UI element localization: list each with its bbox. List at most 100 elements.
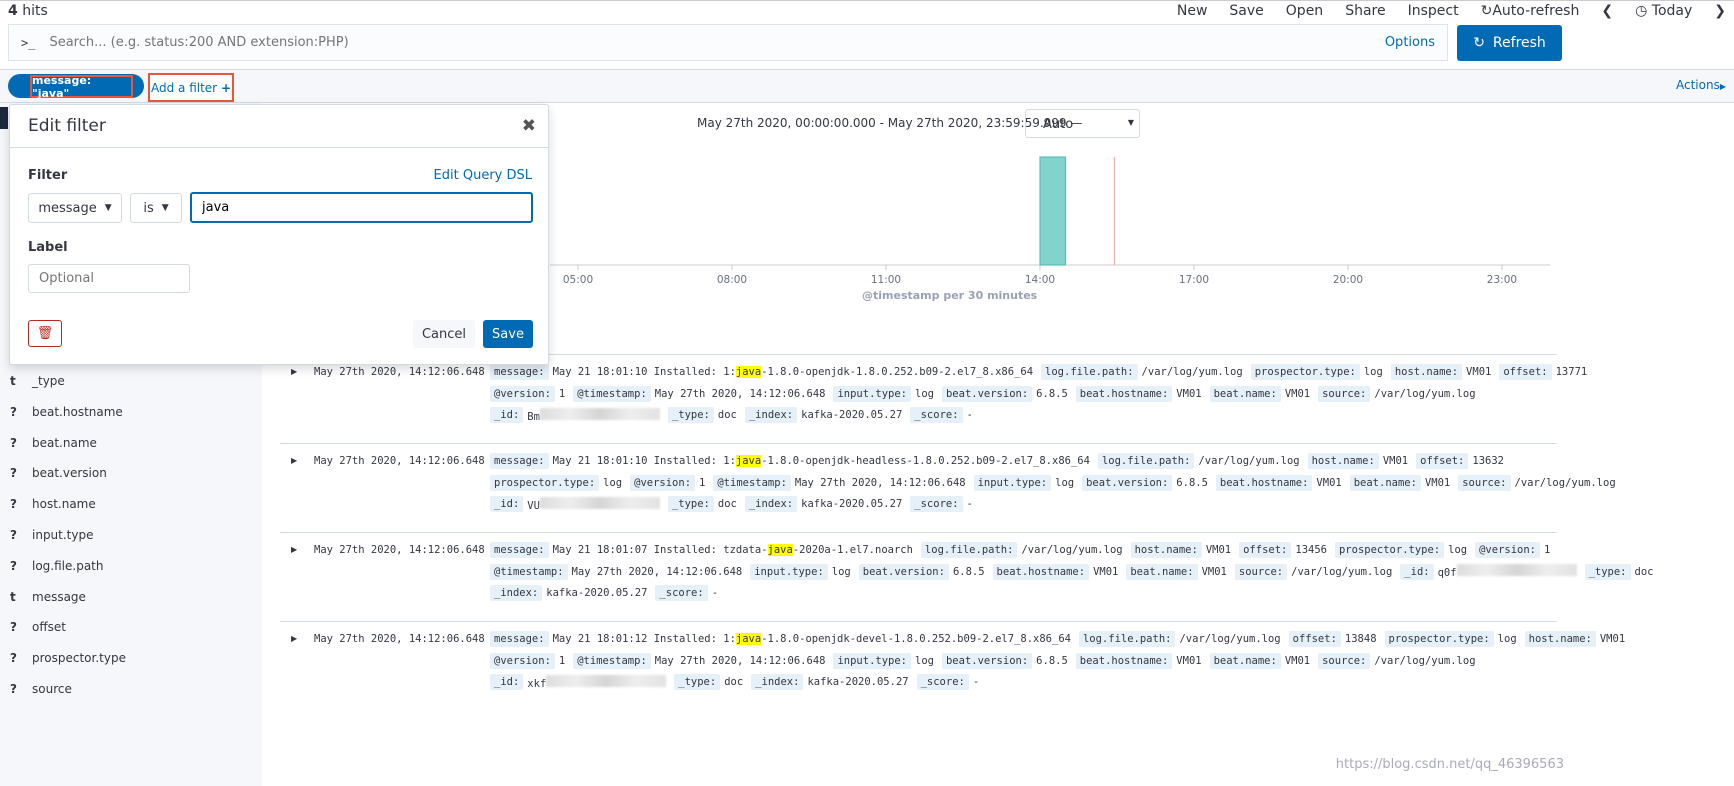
field-key: beat.name: [1209,652,1281,669]
sidebar-field[interactable]: ? log.file.path [10,559,103,573]
field-value: kafka-2020.05.27 [801,498,903,510]
sidebar-field[interactable]: t _type [10,374,65,388]
field-name: input.type [32,528,94,542]
close-icon[interactable]: ✖ [522,116,536,136]
field-value: VM01 [1284,654,1311,667]
field-key: _type: [667,496,714,512]
field-value: /var/log/yum.log [1141,366,1243,378]
x-tick-label: 14:00 [1025,274,1055,286]
expand-icon[interactable]: ▶ [291,367,297,376]
document-timestamp: May 27th 2020, 14:12:06.648 [314,633,485,645]
field-key: offset: [1416,453,1469,469]
highlight: java [767,544,793,556]
field-value: 6.8.5 [1036,387,1068,400]
field-key: log.file.path: [1041,364,1138,380]
field-key: input.type: [833,385,912,402]
field-value: 6.8.5 [1176,476,1208,489]
document-line: _id: Bm _type: doc _index: kafka-2020.05.27 _s… [490,407,977,423]
field-name: beat.version [32,466,107,481]
sidebar-field[interactable]: t message [10,590,86,604]
field-value: - [972,676,980,688]
field-value: /var/log/yum.log [1291,565,1393,578]
sidebar-field[interactable]: ? source [10,682,72,696]
sidebar-field[interactable]: ? beat.version [10,466,107,480]
sidebar-field[interactable]: ? beat.hostname [10,405,123,419]
field-value: log [1055,476,1075,489]
field-select[interactable]: message ▼ [28,193,122,223]
field-key: _score: [910,407,963,423]
sidebar-field[interactable]: ? beat.name [10,436,97,450]
field-value: VM01 [1176,387,1202,400]
field-value: VM01 [1205,544,1232,556]
field-key: _id: [490,674,524,690]
document-line: @version: 1 @timestamp: May 27th 2020, 14:1… [490,385,1480,402]
field-key: _id: [490,407,524,423]
field-key: beat.version: [941,652,1033,669]
field-key: _score: [655,585,708,601]
field-value: VM01 [1316,476,1342,489]
field-key: message: [490,542,549,558]
field-value: doc [717,409,737,421]
field-value: May 27th 2020, 14:12:06.648 [654,387,826,400]
sidebar-field[interactable]: ? offset [10,620,66,634]
field-key: source: [1318,385,1371,402]
field-key: beat.version: [858,563,949,580]
field-key: @version: [630,474,696,491]
redacted-value [539,496,660,509]
expand-icon[interactable]: ▶ [291,545,297,554]
field-key: _id: [490,496,524,512]
field-value: kafka-2020.05.27 [801,409,903,421]
field-value: doc [717,498,737,510]
document-line: @version: 1 @timestamp: May 27th 2020, 14:1… [490,652,1480,669]
filter-value-input[interactable] [190,192,533,223]
field-name: beat.hostname [32,404,123,419]
field-value: VM01 [1599,633,1626,645]
field-key: _index: [490,585,543,601]
field-value: /var/log/yum.log [1198,455,1300,467]
field-value: Bm [527,407,660,423]
expand-icon[interactable]: ▶ [291,456,297,465]
field-key: source: [1318,652,1371,669]
histogram-bar[interactable] [1039,156,1067,266]
document-line: @timestamp: May 27th 2020, 14:12:06.648 in… [490,563,1657,580]
field-key: message: [490,631,549,647]
operator-select[interactable]: is ▼ [130,193,182,223]
custom-label-input[interactable] [28,264,190,293]
field-value: /var/log/yum.log [1374,387,1476,400]
field-type-icon: t [10,374,16,388]
field-value: VU [527,496,660,512]
delete-filter-button[interactable]: 🗑 [28,320,62,347]
field-value: 1 [1544,544,1551,556]
field-value: 13848 [1344,633,1377,645]
sidebar-field[interactable]: ? prospector.type [10,651,126,665]
field-key: _type: [674,674,721,690]
document-line: message: May 21 18:01:07 Installed: tzdat… [490,542,1554,558]
field-key: @timestamp: [490,563,568,580]
filter-label: Filter [28,168,68,183]
trash-icon: 🗑 [36,326,54,341]
field-value: May 27th 2020, 14:12:06.648 [794,476,966,489]
sidebar-field[interactable]: ? host.name [10,497,96,511]
field-value: /var/log/yum.log [1514,476,1616,489]
edit-query-dsl-link[interactable]: Edit Query DSL [434,168,532,183]
save-button[interactable]: Save [483,320,533,348]
field-key: beat.hostname: [1215,474,1313,491]
field-name: _type [32,374,65,388]
cancel-button[interactable]: Cancel [413,320,475,348]
field-value: 13632 [1472,455,1504,467]
field-type-icon: ? [10,651,17,666]
field-key: beat.version: [941,385,1033,402]
x-tick-label: 08:00 [717,274,747,286]
field-value: May 21 18:01:07 Installed: tzdata-java-2… [552,544,913,556]
expand-icon[interactable]: ▶ [291,634,297,643]
field-value: log [915,654,934,667]
field-key: beat.hostname: [992,563,1090,580]
field-value: May 21 18:01:10 Installed: 1:java-1.8.0-… [552,366,1034,378]
sidebar-field[interactable]: ? input.type [10,528,94,542]
document-line: message: May 21 18:01:10 Installed: 1:jav… [490,453,1508,469]
field-value: 6.8.5 [952,565,985,578]
x-tick-label: 17:00 [1179,274,1209,286]
field-value: 6.8.5 [1036,654,1068,667]
field-key: log.file.path: [1097,453,1195,469]
popover-title: Edit filter [28,116,106,136]
